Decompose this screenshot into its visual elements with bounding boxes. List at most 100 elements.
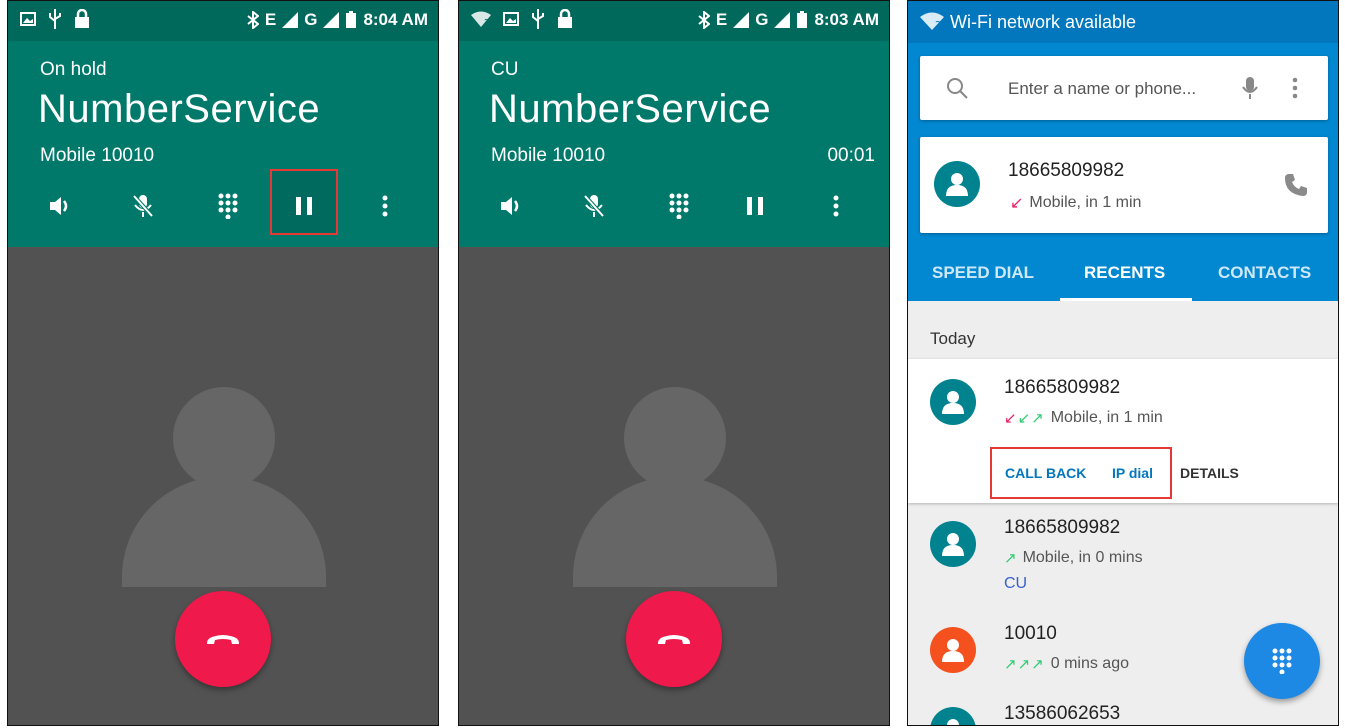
- lock-icon: [74, 9, 90, 29]
- call-header: E G 8:04 AM On hold NumberService Mobile…: [8, 1, 438, 247]
- contact-name: NumberService: [38, 87, 321, 131]
- tab-speed-dial[interactable]: SPEED DIAL: [932, 263, 1034, 283]
- outgoing-call-icon: ↗: [1004, 550, 1017, 567]
- dialpad-icon: [1272, 648, 1292, 674]
- bluetooth-icon: [698, 11, 710, 29]
- call-header: ? E G 8:03 AM CU NumberService Mobile 10…: [459, 1, 889, 247]
- entry-number: 18665809982: [1004, 377, 1121, 398]
- wifi-question-icon: ?: [920, 12, 944, 30]
- dialpad-fab-button[interactable]: [1244, 623, 1320, 699]
- card-meta-text: Mobile, in 1 min: [1029, 194, 1142, 211]
- avatar[interactable]: [930, 627, 976, 673]
- end-call-button[interactable]: [626, 591, 722, 687]
- more-options-icon[interactable]: [363, 185, 407, 227]
- signal-icon: [282, 12, 299, 28]
- suggested-contact-card[interactable]: 18665809982 ↙ Mobile, in 1 min: [920, 137, 1328, 233]
- entry-number: 13586062653: [1004, 703, 1121, 724]
- network-type-e: E: [715, 10, 728, 29]
- signal-icon: [774, 12, 791, 28]
- entry-number: 18665809982: [1004, 517, 1121, 538]
- battery-icon: [796, 11, 808, 29]
- hold-icon[interactable]: [733, 185, 777, 227]
- dialpad-icon[interactable]: [206, 185, 250, 227]
- avatar[interactable]: [930, 521, 976, 567]
- entry-meta-text: Mobile, in 0 mins: [1022, 549, 1143, 566]
- call-screen-on-hold: E G 8:04 AM On hold NumberService Mobile…: [7, 0, 439, 726]
- signal-icon: [323, 12, 340, 28]
- avatar-placeholder-head: [624, 387, 726, 489]
- caller-photo-area: [459, 247, 889, 725]
- list-item[interactable]: 13586062653: [908, 701, 1338, 725]
- list-item[interactable]: 18665809982 ↗ Mobile, in 0 mins CU: [908, 511, 1338, 606]
- call-screen-active: ? E G 8:03 AM CU NumberService Mobile 10…: [458, 0, 890, 726]
- microphone-icon[interactable]: [1242, 76, 1258, 100]
- incoming-call-icon: ↙: [1010, 195, 1024, 212]
- network-type-g: G: [304, 10, 318, 29]
- image-notification-icon: [20, 12, 36, 26]
- mute-icon[interactable]: [572, 185, 616, 227]
- speaker-icon[interactable]: [38, 185, 82, 227]
- usb-icon: [48, 9, 62, 29]
- lock-icon: [557, 9, 573, 29]
- entry-meta: ↗ Mobile, in 0 mins: [1004, 549, 1143, 567]
- call-state: On hold: [40, 59, 107, 80]
- status-bar: ? Wi-Fi network available: [908, 1, 1338, 43]
- avatar-placeholder-head: [173, 387, 275, 489]
- tab-recents[interactable]: RECENTS: [1084, 263, 1165, 283]
- entry-meta: ↙↙↗ Mobile, in 1 min: [1004, 409, 1163, 427]
- search-icon[interactable]: [946, 77, 968, 99]
- status-text: Wi-Fi network available: [950, 12, 1137, 32]
- tab-bar: SPEED DIAL RECENTS CONTACTS: [908, 249, 1338, 301]
- more-options-icon[interactable]: [814, 185, 858, 227]
- entry-meta: ↗↗↗ 0 mins ago: [1004, 655, 1129, 673]
- entry-meta-text: Mobile, in 1 min: [1050, 409, 1163, 426]
- battery-icon: [345, 11, 357, 29]
- image-notification-icon: [503, 12, 519, 26]
- clock: 8:03 AM: [814, 10, 879, 29]
- avatar: [934, 161, 980, 207]
- contact-number: Mobile 10010: [491, 145, 606, 166]
- search-bar[interactable]: Enter a name or phone...: [920, 56, 1328, 120]
- call-back-button[interactable]: CALL BACK: [1005, 465, 1086, 481]
- entry-meta-text: 0 mins ago: [1050, 655, 1129, 672]
- details-button[interactable]: DETAILS: [1180, 465, 1239, 481]
- call-type-icons: ↙↙↗: [1004, 410, 1045, 427]
- avatar-placeholder-body: [573, 477, 777, 587]
- wifi-question-icon: ?: [471, 11, 491, 27]
- contact-name: NumberService: [489, 87, 772, 131]
- signal-icon: [733, 12, 750, 28]
- outgoing-call-icons: ↗↗↗: [1004, 656, 1045, 673]
- more-options-icon[interactable]: [1292, 77, 1298, 99]
- bluetooth-icon: [247, 11, 259, 29]
- ip-dial-button[interactable]: IP dial: [1112, 465, 1153, 481]
- hangup-icon: [206, 635, 240, 644]
- list-item-expanded[interactable]: 18665809982 ↙↙↗ Mobile, in 1 min CALL BA…: [908, 359, 1338, 503]
- dialpad-icon[interactable]: [657, 185, 701, 227]
- hold-icon[interactable]: [282, 185, 326, 227]
- section-header: Today: [930, 329, 976, 348]
- card-number: 18665809982: [1008, 160, 1125, 181]
- search-input[interactable]: Enter a name or phone...: [1008, 79, 1196, 99]
- network-type-e: E: [264, 10, 277, 29]
- mute-icon[interactable]: [121, 185, 165, 227]
- avatar-placeholder-body: [122, 477, 326, 587]
- status-bar: ? E G 8:03 AM: [459, 1, 889, 41]
- contact-number: Mobile 10010: [40, 145, 155, 166]
- status-bar: E G 8:04 AM: [8, 1, 438, 41]
- speaker-icon[interactable]: [489, 185, 533, 227]
- avatar[interactable]: [930, 707, 976, 725]
- entry-sim-label: CU: [1004, 575, 1028, 592]
- svg-text:?: ?: [484, 18, 489, 27]
- clock: 8:04 AM: [363, 10, 428, 29]
- usb-icon: [531, 9, 545, 29]
- phone-call-icon[interactable]: [1284, 173, 1308, 197]
- avatar[interactable]: [930, 379, 976, 425]
- svg-text:?: ?: [935, 19, 941, 30]
- call-timer: 00:01: [827, 145, 875, 166]
- hangup-icon: [657, 635, 691, 644]
- dialer-screen: ? Wi-Fi network available Enter a name o…: [907, 0, 1339, 726]
- caller-photo-area: [8, 247, 438, 725]
- end-call-button[interactable]: [175, 591, 271, 687]
- tab-contacts[interactable]: CONTACTS: [1218, 263, 1311, 283]
- network-type-g: G: [755, 10, 769, 29]
